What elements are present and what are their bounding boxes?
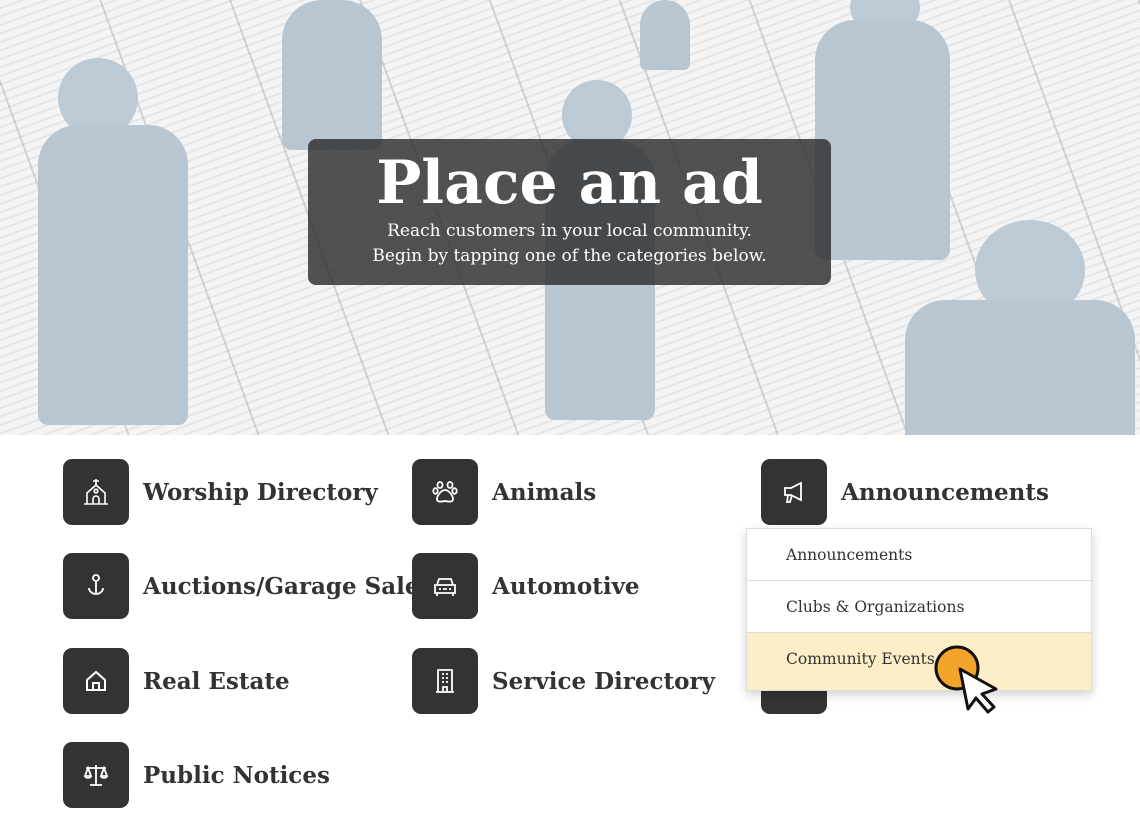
category-label: Auctions/Garage Sales (143, 572, 433, 600)
dropdown-item-announcements[interactable]: Announcements (747, 529, 1091, 581)
page-title: Place an ad (376, 148, 763, 218)
category-auctions-garage-sales[interactable]: Auctions/Garage Sales (63, 553, 432, 619)
category-label: Public Notices (143, 761, 330, 789)
building-icon (412, 648, 478, 714)
house-icon (63, 648, 129, 714)
category-label: Announcements (841, 478, 1049, 506)
hero-subtitle: Begin by tapping one of the categories b… (372, 246, 767, 266)
hero-subtitle: Reach customers in your local community. (387, 221, 752, 241)
category-service-directory[interactable]: Service Directory (412, 648, 715, 714)
category-animals[interactable]: Animals (412, 459, 596, 525)
megaphone-icon (761, 459, 827, 525)
church-icon (63, 459, 129, 525)
dropdown-item-clubs-organizations[interactable]: Clubs & Organizations (747, 581, 1091, 633)
figure (640, 0, 690, 70)
category-automotive[interactable]: Automotive (412, 553, 640, 619)
mouse-cursor-icon (934, 645, 1006, 719)
category-label: Real Estate (143, 667, 290, 695)
figure (815, 20, 950, 260)
figure (38, 125, 188, 425)
hero-banner: Place an ad Reach customers in your loca… (0, 0, 1140, 435)
gavel-anchor-icon (63, 553, 129, 619)
dropdown-item-community-events[interactable]: Community Events (747, 633, 1091, 690)
category-label: Automotive (492, 572, 640, 600)
hero-overlay: Place an ad Reach customers in your loca… (308, 139, 831, 285)
paw-icon (412, 459, 478, 525)
category-real-estate[interactable]: Real Estate (63, 648, 290, 714)
figure (282, 0, 382, 150)
announcements-dropdown: Announcements Clubs & Organizations Comm… (746, 528, 1092, 691)
scales-icon (63, 742, 129, 808)
category-announcements[interactable]: Announcements (761, 459, 1049, 525)
category-label: Service Directory (492, 667, 715, 695)
car-icon (412, 553, 478, 619)
category-label: Animals (492, 478, 597, 506)
category-worship-directory[interactable]: Worship Directory (63, 459, 378, 525)
category-label: Worship Directory (143, 478, 378, 506)
category-public-notices[interactable]: Public Notices (63, 742, 330, 808)
figure (905, 300, 1135, 435)
